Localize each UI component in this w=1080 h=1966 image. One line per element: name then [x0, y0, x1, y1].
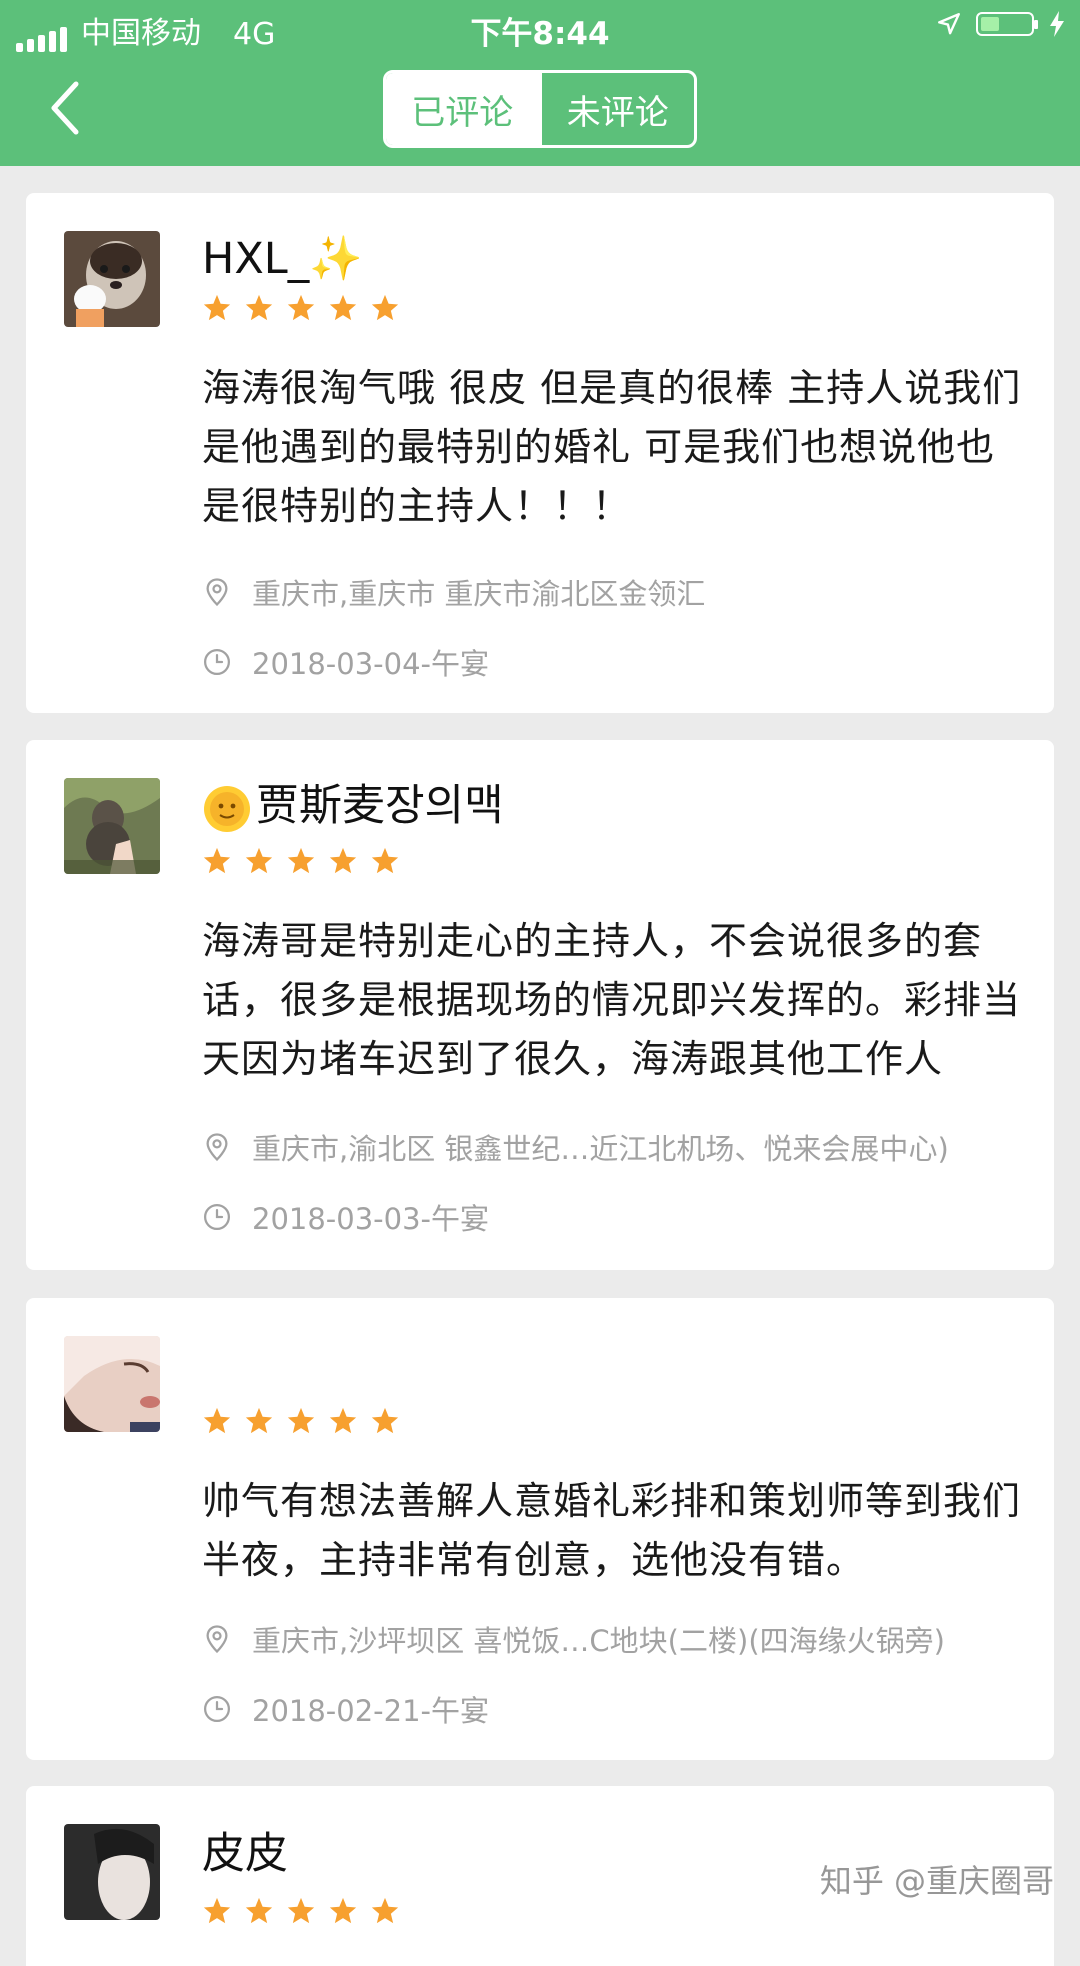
- location-arrow-icon: [938, 13, 960, 35]
- location-pin-icon: [206, 1133, 228, 1162]
- back-button[interactable]: [44, 80, 94, 136]
- battery-icon: [976, 12, 1038, 36]
- review-location: 重庆市,重庆市 重庆市渝北区金领汇: [202, 571, 705, 613]
- star-icon: [371, 294, 399, 321]
- location-pin-icon: [206, 578, 228, 607]
- date-text: 2018-02-21-午宴: [252, 1694, 489, 1728]
- star-icon: [329, 847, 357, 874]
- star-icon: [245, 1897, 273, 1924]
- clock-icon: [204, 1696, 230, 1722]
- star-icon: [287, 1407, 315, 1434]
- sun-face-emoji-icon: [204, 785, 250, 832]
- star-rating: [202, 293, 400, 323]
- star-icon: [245, 847, 273, 874]
- star-icon: [203, 294, 231, 321]
- star-icon: [203, 1897, 231, 1924]
- star-icon: [371, 847, 399, 874]
- location-text: 重庆市,沙坪坝区 喜悦饭…C地块(二楼)(四海缘火锅旁): [252, 1624, 945, 1658]
- avatar[interactable]: [64, 231, 160, 327]
- review-card[interactable]: HXL_✨ 海涛很淘气哦 很皮 但是真的很棒 主持人说我们是他遇到的最特别的婚礼…: [26, 193, 1054, 713]
- star-icon: [329, 1897, 357, 1924]
- star-icon: [329, 294, 357, 321]
- status-time: 下午8:44: [470, 16, 610, 52]
- status-right: [936, 10, 1066, 38]
- watermark: 知乎 @重庆圈哥: [819, 1862, 1054, 1900]
- location-pin-icon: [206, 1625, 228, 1654]
- location-text: 重庆市,渝北区 银鑫世纪…近江北机场、悦来会展中心): [252, 1132, 949, 1166]
- review-location: 重庆市,沙坪坝区 喜悦饭…C地块(二楼)(四海缘火锅旁): [202, 1618, 945, 1660]
- clock-icon: [204, 1204, 230, 1230]
- date-text: 2018-03-03-午宴: [252, 1202, 489, 1236]
- reviewer-name: 皮皮: [202, 1829, 288, 1879]
- tab-unreviewed[interactable]: 未评论: [538, 73, 695, 145]
- review-card[interactable]: 帅气有想法善解人意婚礼彩排和策划师等到我们半夜，主持非常有创意，选他没有错。 重…: [26, 1298, 1054, 1760]
- review-date: 2018-02-21-午宴: [202, 1688, 489, 1730]
- reviewer-name: HXL_✨: [202, 234, 363, 284]
- back-chevron-icon: [51, 81, 79, 135]
- tab-reviewed[interactable]: 已评论: [386, 73, 539, 145]
- avatar[interactable]: [64, 1824, 160, 1920]
- star-rating: [202, 846, 400, 876]
- reviewer-name-text: 贾斯麦장의맥: [256, 781, 504, 831]
- reviewer-name: 贾斯麦장의맥: [202, 778, 504, 834]
- review-comment: 海涛很淘气哦 很皮 但是真的很棒 主持人说我们是他遇到的最特别的婚礼 可是我们也…: [202, 366, 1022, 528]
- star-icon: [245, 1407, 273, 1434]
- review-card[interactable]: 贾斯麦장의맥 海涛哥是特别走心的主持人，不会说很多的套话，很多是根据现场的情况即…: [26, 740, 1054, 1270]
- star-rating: [202, 1896, 400, 1926]
- review-date: 2018-03-04-午宴: [202, 641, 489, 683]
- review-location: 重庆市,渝北区 银鑫世纪…近江北机场、悦来会展中心): [202, 1126, 949, 1168]
- review-date: 2018-03-03-午宴: [202, 1196, 489, 1238]
- status-bar: 中国移动 4G 下午8:44: [0, 0, 1080, 54]
- star-icon: [203, 1407, 231, 1434]
- star-rating: [202, 1406, 400, 1436]
- star-icon: [329, 1407, 357, 1434]
- star-icon: [371, 1407, 399, 1434]
- avatar[interactable]: [64, 1336, 160, 1432]
- star-icon: [245, 294, 273, 321]
- star-icon: [287, 847, 315, 874]
- location-text: 重庆市,重庆市 重庆市渝北区金领汇: [252, 577, 706, 611]
- star-icon: [287, 294, 315, 321]
- date-text: 2018-03-04-午宴: [252, 647, 489, 681]
- nav-header: 已评论 未评论: [0, 54, 1080, 166]
- avatar[interactable]: [64, 778, 160, 874]
- review-segmented-control: 已评论 未评论: [383, 70, 697, 148]
- charging-bolt-icon: [1050, 11, 1064, 37]
- review-comment: 海涛哥是特别走心的主持人，不会说很多的套话，很多是根据现场的情况即兴发挥的。彩排…: [202, 919, 1022, 1081]
- star-icon: [203, 847, 231, 874]
- clock-icon: [204, 649, 230, 675]
- star-icon: [371, 1897, 399, 1924]
- review-comment: 帅气有想法善解人意婚礼彩排和策划师等到我们半夜，主持非常有创意，选他没有错。: [202, 1479, 1022, 1582]
- star-icon: [287, 1897, 315, 1924]
